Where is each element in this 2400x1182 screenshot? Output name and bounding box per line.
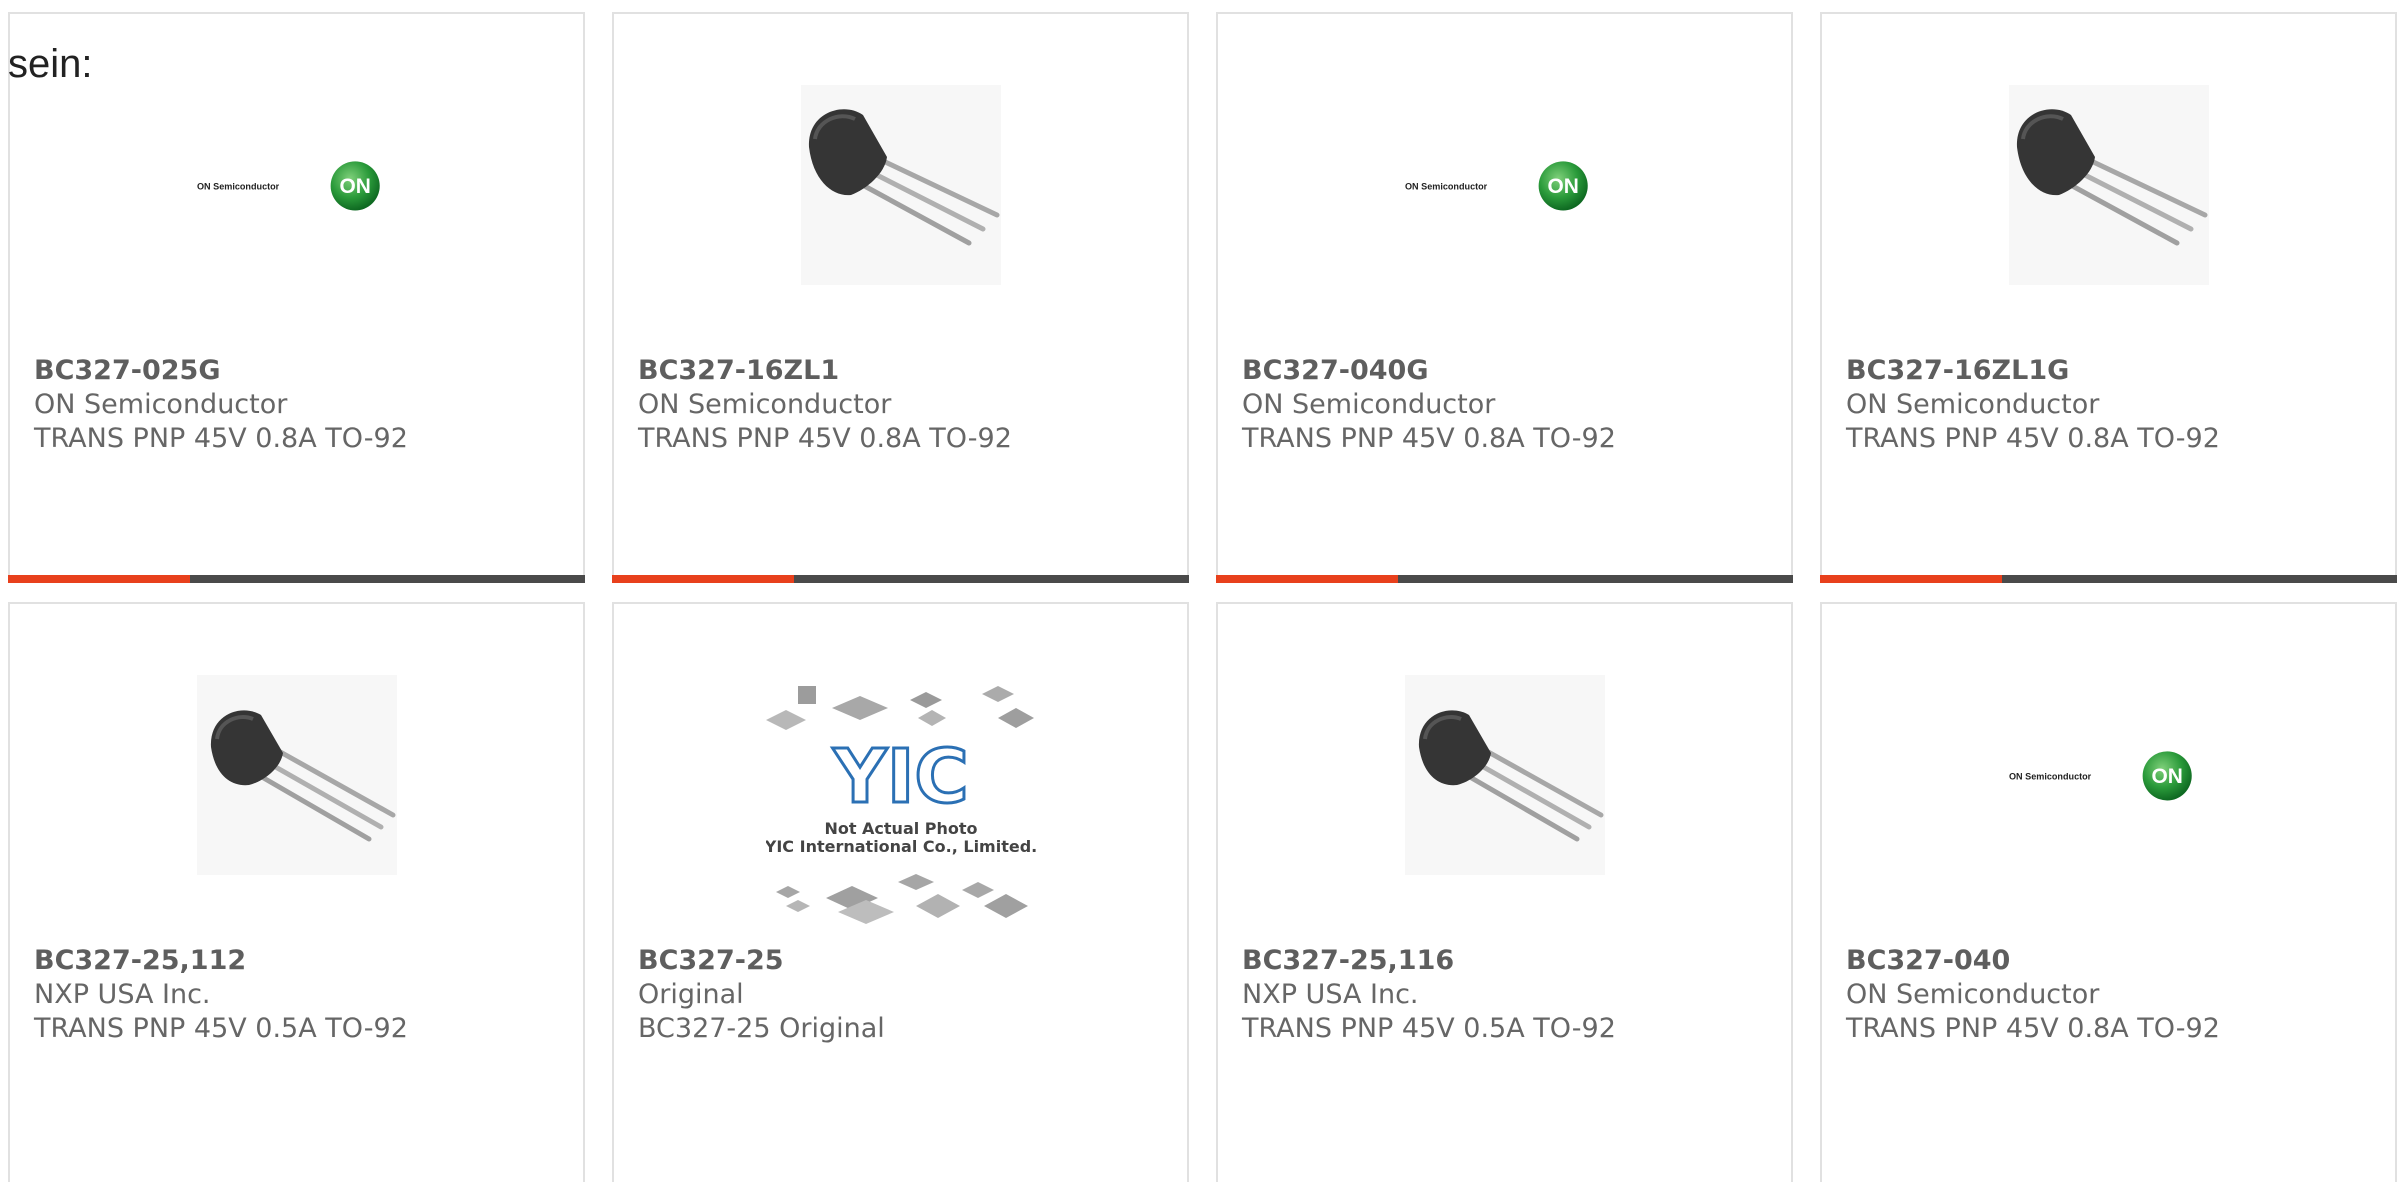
description: TRANS PNP 45V 0.8A TO-92 <box>1242 423 1616 454</box>
card-bar-accent <box>612 575 794 583</box>
manufacturer: NXP USA Inc. <box>34 979 211 1010</box>
part-number[interactable]: BC327-16ZL1 <box>638 354 1012 388</box>
manufacturer: ON Semiconductor <box>1846 979 2100 1010</box>
product-image[interactable] <box>801 85 1001 285</box>
product-image[interactable] <box>2009 85 2209 285</box>
on-semiconductor-logo-icon: ON Semiconductor ON <box>197 161 380 211</box>
product-image[interactable]: ON Semiconductor ON <box>197 85 397 285</box>
placeholder-line-2: YIC International Co., Limited. <box>766 837 1036 856</box>
logo-mark: ON <box>1548 175 1579 198</box>
manufacturer: Original <box>638 979 744 1010</box>
logo-text: ON Semiconductor <box>2009 772 2092 782</box>
part-number[interactable]: BC327-040 <box>1846 944 2220 978</box>
product-card[interactable]: BC327-25,116 NXP USA Inc. TRANS PNP 45V … <box>1216 602 1793 1182</box>
card-bottom-bar <box>8 575 585 583</box>
transistor-to92-icon <box>801 85 1001 285</box>
logo-text: ON Semiconductor <box>197 182 280 192</box>
intro-text: sein: <box>8 42 93 86</box>
description: TRANS PNP 45V 0.5A TO-92 <box>1242 1013 1616 1044</box>
yic-logo-icon: YIC <box>832 734 968 820</box>
on-semiconductor-logo-icon: ON Semiconductor ON <box>1405 161 1588 211</box>
card-bar-accent <box>8 575 190 583</box>
part-number[interactable]: BC327-040G <box>1242 354 1616 388</box>
part-number[interactable]: BC327-25,116 <box>1242 944 1616 978</box>
manufacturer: ON Semiconductor <box>638 389 892 420</box>
product-image[interactable] <box>197 675 397 875</box>
product-image[interactable]: YIC Not Actual Photo YIC International C… <box>766 684 1036 924</box>
logo-text: ON Semiconductor <box>1405 182 1488 192</box>
description: TRANS PNP 45V 0.8A TO-92 <box>638 423 1012 454</box>
card-bottom-bar <box>612 575 1189 583</box>
part-number[interactable]: BC327-025G <box>34 354 408 388</box>
description: TRANS PNP 45V 0.8A TO-92 <box>1846 1013 2220 1044</box>
product-card[interactable]: BC327-16ZL1 ON Semiconductor TRANS PNP 4… <box>612 12 1189 583</box>
manufacturer: ON Semiconductor <box>1846 389 2100 420</box>
transistor-to92-icon <box>197 675 397 875</box>
description: TRANS PNP 45V 0.5A TO-92 <box>34 1013 408 1044</box>
on-semiconductor-logo-icon: ON Semiconductor ON <box>2009 751 2192 801</box>
product-grid: ON Semiconductor ON BC327-025G ON Semico… <box>0 0 2400 1182</box>
part-number[interactable]: BC327-16ZL1G <box>1846 354 2220 388</box>
product-card[interactable]: BC327-16ZL1G ON Semiconductor TRANS PNP … <box>1820 12 2397 583</box>
card-bar-accent <box>1820 575 2002 583</box>
yic-placeholder-icon: YIC Not Actual Photo YIC International C… <box>766 686 1036 924</box>
description: TRANS PNP 45V 0.8A TO-92 <box>1846 423 2220 454</box>
product-card[interactable]: BC327-25,112 NXP USA Inc. TRANS PNP 45V … <box>8 602 585 1182</box>
card-bar-accent <box>1216 575 1398 583</box>
product-card[interactable]: ON Semiconductor ON BC327-025G ON Semico… <box>8 12 585 583</box>
placeholder-line-1: Not Actual Photo <box>824 819 977 838</box>
card-bottom-bar <box>1216 575 1793 583</box>
product-card[interactable]: ON Semiconductor ON BC327-040 ON Semicon… <box>1820 602 2397 1182</box>
product-image[interactable]: ON Semiconductor ON <box>1405 85 1605 285</box>
card-bottom-bar <box>1820 575 2397 583</box>
product-card[interactable]: ON Semiconductor ON BC327-040G ON Semico… <box>1216 12 1793 583</box>
manufacturer: ON Semiconductor <box>34 389 288 420</box>
part-number[interactable]: BC327-25,112 <box>34 944 408 978</box>
manufacturer: ON Semiconductor <box>1242 389 1496 420</box>
transistor-to92-icon <box>2009 85 2209 285</box>
description: BC327-25 Original <box>638 1013 885 1044</box>
logo-mark: ON <box>340 175 371 198</box>
manufacturer: NXP USA Inc. <box>1242 979 1419 1010</box>
product-image[interactable]: ON Semiconductor ON <box>2009 675 2209 875</box>
description: TRANS PNP 45V 0.8A TO-92 <box>34 423 408 454</box>
part-number[interactable]: BC327-25 <box>638 944 885 978</box>
transistor-to92-icon <box>1405 675 1605 875</box>
product-card[interactable]: YIC Not Actual Photo YIC International C… <box>612 602 1189 1182</box>
logo-mark: ON <box>2152 765 2183 788</box>
product-image[interactable] <box>1405 675 1605 875</box>
